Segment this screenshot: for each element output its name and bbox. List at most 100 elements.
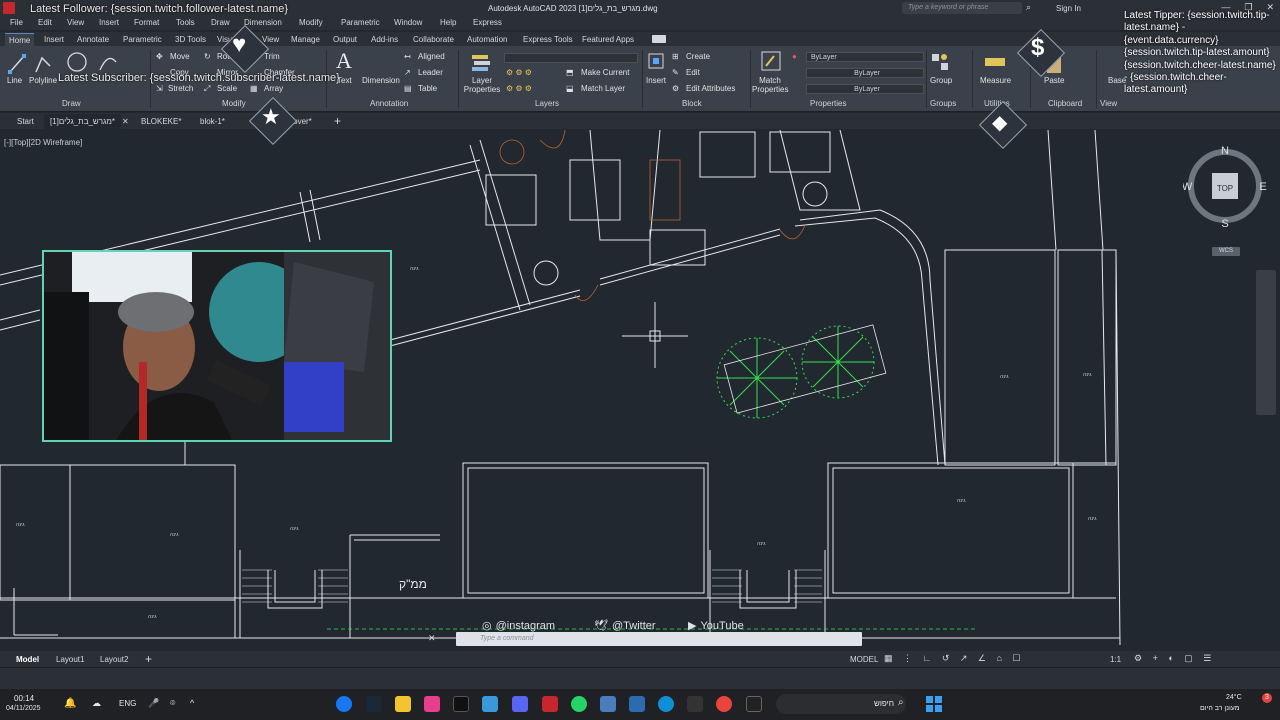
notification-badge[interactable]: 3 [1262, 693, 1272, 703]
compass-south[interactable]: S [1221, 218, 1228, 228]
leader-button[interactable]: Leader [418, 68, 443, 77]
match-layer-button[interactable]: Match Layer [581, 84, 625, 93]
menu-express[interactable]: Express [473, 18, 502, 27]
menu-draw[interactable]: Draw [211, 18, 230, 27]
tab-insert[interactable]: Insert [44, 35, 64, 44]
tab-layout2[interactable]: Layout2 [100, 655, 128, 664]
arc-icon[interactable] [98, 52, 118, 72]
tab-collaborate[interactable]: Collaborate [413, 35, 454, 44]
move-icon[interactable]: ✥ [156, 52, 163, 61]
menu-view[interactable]: View [67, 18, 84, 27]
tab-3d-tools[interactable]: 3D Tools [175, 35, 206, 44]
menu-format[interactable]: Format [134, 18, 159, 27]
dimension-button[interactable]: Dimension [362, 76, 400, 85]
table-button[interactable]: Table [418, 84, 437, 93]
edit-button[interactable]: Edit [686, 68, 700, 77]
command-line-input[interactable]: Type a command [456, 632, 862, 646]
make-current-icon[interactable]: ⬒ [566, 68, 574, 77]
autocad-icon[interactable] [542, 696, 558, 712]
tab-home[interactable]: Home [5, 33, 35, 46]
tab-manage[interactable]: Manage [291, 35, 320, 44]
chrome-icon[interactable] [716, 696, 732, 712]
tab-featured-apps[interactable]: Featured Apps [582, 35, 634, 44]
draw-group-label[interactable]: Draw [62, 99, 81, 108]
viewcube-top-label[interactable]: TOP [1217, 184, 1233, 193]
sign-in-button[interactable]: Sign In [1056, 4, 1081, 13]
app-icon-5[interactable] [687, 696, 703, 712]
line-button[interactable]: Line [7, 76, 22, 85]
circle-icon[interactable] [66, 51, 88, 73]
array-button[interactable]: Array [264, 84, 283, 93]
measure-button[interactable]: Measure [980, 76, 1011, 85]
layer-properties-icon[interactable] [470, 51, 492, 73]
edit-attributes-icon[interactable]: ⚙ [672, 84, 679, 93]
taskbar-search-icon[interactable]: ⌕ [898, 697, 904, 708]
status-settings-icon[interactable]: ⚙ + ◐ ▢ ☰ [1134, 653, 1215, 664]
line-icon[interactable] [8, 52, 26, 74]
steam-icon[interactable] [366, 696, 382, 712]
clipboard-group-label[interactable]: Clipboard [1048, 99, 1082, 108]
groups-group-label[interactable]: Groups [930, 99, 956, 108]
annotation-scale[interactable]: 1:1 [1110, 655, 1121, 664]
menu-file[interactable]: File [10, 18, 23, 27]
app-logo-icon[interactable] [3, 2, 15, 14]
start-icon[interactable] [926, 696, 942, 712]
make-current-button[interactable]: Make Current [581, 68, 629, 77]
network-icon[interactable]: ⌾ [170, 698, 175, 709]
table-icon[interactable]: ▤ [404, 84, 412, 93]
layers-group-label[interactable]: Layers [535, 99, 559, 108]
tab-start[interactable]: Start [17, 117, 34, 126]
tab-parametric[interactable]: Parametric [123, 35, 162, 44]
tab-output[interactable]: Output [333, 35, 357, 44]
stretch-button[interactable]: Stretch [168, 84, 193, 93]
modify-group-label[interactable]: Modify [222, 99, 246, 108]
tab-view[interactable]: View [262, 35, 279, 44]
edge-icon[interactable] [658, 696, 674, 712]
insert-block-icon[interactable] [646, 51, 666, 73]
file-explorer-icon[interactable] [395, 696, 411, 712]
discord-icon[interactable] [512, 696, 528, 712]
menu-edit[interactable]: Edit [38, 18, 52, 27]
tab-layout1[interactable]: Layout1 [56, 655, 84, 664]
tab-add-ins[interactable]: Add-ins [371, 35, 398, 44]
compass-north[interactable]: N [1221, 145, 1229, 157]
wifi-icon[interactable]: ☁ [92, 698, 101, 709]
tab-blok-1[interactable]: blok-1* [200, 117, 225, 126]
vertical-scrollbar[interactable] [1256, 270, 1276, 415]
edit-attributes-button[interactable]: Edit Attributes [686, 84, 735, 93]
paste-button[interactable]: Paste [1044, 76, 1064, 85]
group-button[interactable]: Group [930, 76, 952, 85]
clock-date[interactable]: 04/11/2025 [6, 705, 41, 712]
notifications-icon[interactable]: 🔔 [64, 698, 76, 709]
layer-tools-icon-2[interactable]: ⚙ ⚙ ⚙ [506, 84, 532, 93]
create-block-icon[interactable]: ⊞ [672, 52, 679, 61]
group-icon[interactable] [930, 52, 950, 72]
compass-west[interactable]: W [1183, 181, 1193, 193]
tray-chevron-icon[interactable]: ^ [190, 698, 194, 708]
taskbar-search-label[interactable]: חיפוש [874, 699, 894, 708]
app-icon-3[interactable] [600, 696, 616, 712]
match-properties-button[interactable]: Match Properties [752, 76, 788, 94]
array-icon[interactable]: ▦ [250, 84, 258, 93]
search-input[interactable]: Type a keyword or phrase [902, 2, 1022, 14]
layer-dropdown[interactable] [504, 53, 638, 63]
view-group-label[interactable]: View [1100, 99, 1117, 108]
clock-time[interactable]: 00:14 [14, 694, 34, 703]
tab-blokeke[interactable]: BLOKEKE* [141, 117, 181, 126]
color-wheel-icon[interactable]: ● [792, 52, 797, 61]
tiktok-icon[interactable] [453, 696, 469, 712]
menu-dimension[interactable]: Dimension [244, 18, 282, 27]
aligned-button[interactable]: Aligned [418, 52, 445, 61]
tab-automation[interactable]: Automation [467, 35, 507, 44]
properties-group-label[interactable]: Properties [810, 99, 846, 108]
block-group-label[interactable]: Block [682, 99, 702, 108]
menu-parametric[interactable]: Parametric [341, 18, 380, 27]
weather-text[interactable]: מעונן רב היום [1200, 705, 1240, 712]
app-icon-2[interactable] [482, 696, 498, 712]
text-icon[interactable]: A [336, 48, 352, 74]
language-indicator[interactable]: ENG [119, 699, 136, 708]
new-tab-icon[interactable]: + [334, 114, 341, 128]
app-icon[interactable] [424, 696, 440, 712]
tab-express-tools[interactable]: Express Tools [523, 35, 573, 44]
polyline-icon[interactable] [34, 52, 52, 74]
